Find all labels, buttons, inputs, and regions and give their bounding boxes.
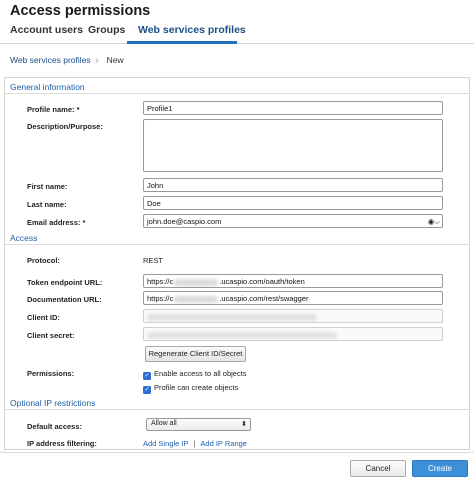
page-title: Access permissions	[10, 3, 151, 19]
create-button[interactable]: Create	[412, 460, 468, 477]
select-arrows-icon: ⬍	[241, 421, 247, 428]
ip-filtering-label: IP address filtering:	[27, 439, 97, 448]
permission-all-objects[interactable]: ✓ Enable access to all objects	[143, 369, 247, 380]
profile-name-label: Profile name: *	[27, 105, 80, 114]
contact-card-icon[interactable]: ◉⌵	[428, 217, 440, 227]
first-name-input[interactable]: John	[143, 178, 443, 192]
last-name-input[interactable]: Doe	[143, 196, 443, 210]
tab-web-services-profiles[interactable]: Web services profiles	[138, 24, 246, 36]
regenerate-client-id-secret-button[interactable]: Regenerate Client ID/Secret	[145, 346, 246, 362]
profile-name-input[interactable]: Profile1	[143, 101, 443, 115]
client-id-input[interactable]	[143, 309, 443, 323]
client-id-label: Client ID:	[27, 313, 60, 322]
redacted-text	[147, 331, 337, 339]
first-name-label: First name:	[27, 182, 68, 191]
default-access-value: Allow all	[151, 420, 177, 427]
permissions-label: Permissions:	[27, 369, 75, 378]
documentation-url-input[interactable]: https://c .ucaspio.com/rest/swagger	[143, 291, 443, 305]
divider	[5, 409, 469, 410]
active-tab-indicator	[127, 41, 237, 44]
tab-account-users[interactable]: Account users	[10, 24, 83, 36]
token-endpoint-input[interactable]: https://c .ucaspio.com/oauth/token	[143, 274, 443, 288]
default-access-label: Default access:	[27, 422, 83, 431]
email-value: john.doe@caspio.com	[147, 217, 222, 226]
checkbox-checked-icon[interactable]: ✓	[143, 372, 151, 380]
section-optional-ip-restrictions: Optional IP restrictions	[10, 398, 96, 408]
description-label: Description/Purpose:	[27, 122, 103, 131]
link-separator: |	[193, 439, 196, 448]
permission-create-objects-label: Profile can create objects	[154, 383, 239, 392]
chevron-right-icon: ›	[95, 55, 99, 65]
default-access-select[interactable]: Allow all ⬍	[146, 418, 251, 431]
token-url-prefix: https://c	[147, 277, 174, 286]
breadcrumb: Web services profiles › New	[10, 55, 124, 65]
documentation-url-label: Documentation URL:	[27, 295, 102, 304]
permission-create-objects[interactable]: ✓ Profile can create objects	[143, 383, 238, 394]
add-ip-range-link[interactable]: Add IP Range	[200, 439, 247, 448]
docs-url-prefix: https://c	[147, 294, 174, 303]
breadcrumb-parent-link[interactable]: Web services profiles	[10, 55, 91, 65]
divider	[5, 244, 469, 245]
footer-divider	[0, 452, 474, 453]
email-label: Email address: *	[27, 218, 86, 227]
protocol-value: REST	[143, 256, 164, 265]
client-secret-label: Client secret:	[27, 331, 75, 340]
token-url-suffix: .ucaspio.com/oauth/token	[219, 277, 305, 286]
description-textarea[interactable]	[143, 119, 443, 172]
tab-bar: Account users Groups Web services profil…	[0, 18, 474, 44]
divider	[5, 93, 469, 94]
redacted-text	[147, 313, 317, 321]
ip-filtering-links: Add Single IP | Add IP Range	[143, 439, 247, 448]
section-general-information: General information	[10, 82, 85, 92]
last-name-label: Last name:	[27, 200, 67, 209]
redacted-text	[174, 278, 219, 286]
redacted-text	[174, 295, 219, 303]
email-input[interactable]: john.doe@caspio.com ◉⌵	[143, 214, 443, 228]
breadcrumb-current: New	[106, 55, 124, 65]
docs-url-suffix: .ucaspio.com/rest/swagger	[219, 294, 309, 303]
cancel-button[interactable]: Cancel	[350, 460, 406, 477]
client-secret-input[interactable]	[143, 327, 443, 341]
protocol-label: Protocol:	[27, 256, 60, 265]
section-access: Access	[10, 233, 38, 243]
tab-groups[interactable]: Groups	[88, 24, 125, 36]
add-single-ip-link[interactable]: Add Single IP	[143, 439, 188, 448]
token-endpoint-label: Token endpoint URL:	[27, 278, 103, 287]
profile-form-panel: General information Profile name: * Prof…	[4, 77, 470, 450]
permission-all-objects-label: Enable access to all objects	[154, 369, 247, 378]
checkbox-checked-icon[interactable]: ✓	[143, 386, 151, 394]
